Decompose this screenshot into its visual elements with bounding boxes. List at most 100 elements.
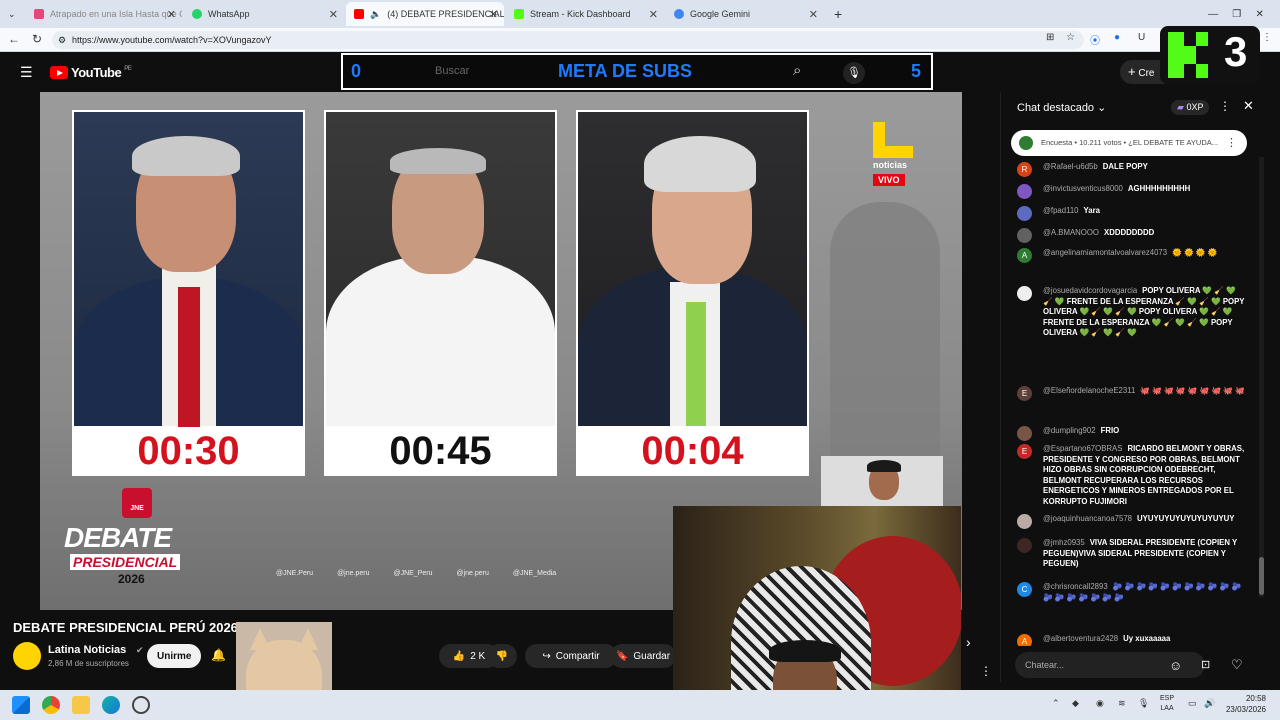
chat-username[interactable]: @ElseñordelanocheE2311: [1043, 386, 1135, 395]
ublock-icon[interactable]: U: [1138, 32, 1145, 43]
share-button[interactable]: ↪ Compartir: [525, 644, 617, 668]
new-tab-button[interactable]: +: [826, 2, 850, 26]
search-bar[interactable]: 0 Buscar META DE SUBS ⌕ 🎙 5: [341, 53, 933, 90]
plus-icon: +: [1128, 64, 1136, 79]
wifi-icon[interactable]: ≋: [1118, 698, 1126, 709]
poll-menu-icon[interactable]: ⋮: [1226, 130, 1237, 156]
tab-list-button[interactable]: ⌄: [0, 2, 24, 26]
edge-icon[interactable]: [102, 696, 120, 714]
microphone-icon[interactable]: 🎙: [843, 62, 865, 84]
emoji-icon[interactable]: ☺: [1169, 658, 1182, 673]
more-actions-icon[interactable]: ⋮: [980, 664, 992, 678]
next-arrow-icon[interactable]: ›: [966, 634, 971, 650]
chat-username[interactable]: @fpad110: [1043, 206, 1079, 215]
chevron-down-icon: ⌄: [1097, 102, 1107, 114]
close-icon[interactable]: ✕: [649, 8, 658, 21]
extension-icon[interactable]: ●: [1114, 32, 1120, 43]
app-install-icon[interactable]: ⊞: [1046, 32, 1054, 43]
tab-5[interactable]: Google Gemini ✕: [666, 2, 824, 26]
super-chat-icon[interactable]: ⊡: [1201, 658, 1210, 671]
search-input[interactable]: Buscar: [435, 65, 469, 77]
chat-username[interactable]: @Espartano67OBRAS: [1043, 444, 1122, 453]
heart-icon[interactable]: ♡: [1231, 657, 1243, 673]
search-icon[interactable]: ⌕: [793, 62, 801, 79]
chat-username[interactable]: @joaquinhuancanoa7578: [1043, 514, 1132, 523]
read-aloud-icon[interactable]: ⦿: [1090, 32, 1100, 47]
join-button[interactable]: Unirme: [147, 644, 202, 668]
close-icon[interactable]: ✕: [489, 8, 498, 21]
chat-username[interactable]: @invictusventicus8000: [1043, 184, 1123, 193]
network-icon[interactable]: ▭: [1188, 698, 1197, 709]
back-arrow-icon[interactable]: ←: [8, 32, 20, 46]
chat-avatar[interactable]: [1017, 538, 1032, 553]
chat-input-placeholder: Chatear...: [1025, 660, 1065, 670]
chat-avatar[interactable]: R: [1017, 162, 1032, 177]
youtube-logo[interactable]: YouTube PE: [50, 65, 132, 80]
chat-avatar[interactable]: C: [1017, 582, 1032, 597]
chat-avatar[interactable]: E: [1017, 444, 1032, 459]
site-info-icon[interactable]: ⚙: [58, 31, 66, 49]
clock[interactable]: 20:58 23/03/2026: [1226, 693, 1266, 715]
chat-username[interactable]: @josuedavidcordovagarcia: [1043, 286, 1137, 295]
tab-label: Stream - Kick Dashboard: [530, 9, 631, 19]
hair-shape: [644, 136, 756, 192]
mic-tray-icon[interactable]: 🎙: [1138, 698, 1149, 709]
tab-3-active[interactable]: 🔈 (4) DEBATE PRESIDENCIAL PER ✕: [346, 2, 504, 26]
close-chat-icon[interactable]: ✕: [1243, 98, 1254, 114]
close-icon[interactable]: ✕: [329, 8, 338, 21]
hamburger-menu-icon[interactable]: ☰: [20, 64, 33, 81]
chat-avatar[interactable]: [1017, 228, 1032, 243]
star-icon[interactable]: ☆: [1066, 32, 1075, 43]
chat-scrollbar[interactable]: [1259, 157, 1264, 597]
windows-start-icon[interactable]: [12, 696, 30, 714]
chrome-icon[interactable]: [42, 696, 60, 714]
kick-icon: [514, 9, 524, 19]
chat-avatar[interactable]: A: [1017, 634, 1032, 646]
minimize-icon[interactable]: —: [1208, 9, 1218, 20]
chat-username[interactable]: @jmhz0935: [1043, 538, 1085, 547]
chat-avatar[interactable]: [1017, 514, 1032, 529]
discord-icon[interactable]: ◉: [1096, 698, 1104, 709]
dislike-button[interactable]: 👎: [487, 644, 517, 668]
live-badge: VIVO: [873, 174, 905, 186]
chat-avatar[interactable]: A: [1017, 248, 1032, 263]
more-menu-icon[interactable]: ⋮: [1262, 32, 1272, 43]
close-icon[interactable]: ✕: [167, 8, 176, 21]
chat-mode-selector[interactable]: Chat destacado ⌄: [1017, 101, 1106, 114]
tray-expand-icon[interactable]: ⌃: [1052, 698, 1060, 709]
reload-icon[interactable]: ↻: [32, 32, 42, 46]
poll-banner[interactable]: Encuesta • 10.211 votos • ¿EL DEBATE TE …: [1011, 130, 1247, 156]
tray-app-icon[interactable]: ◆: [1072, 698, 1079, 709]
language-indicator[interactable]: ESP LAA: [1160, 694, 1174, 714]
scrollbar-thumb[interactable]: [1259, 557, 1264, 595]
chat-username[interactable]: @dumpling902: [1043, 426, 1096, 435]
chat-username[interactable]: @Rafael-u6d5b: [1043, 162, 1098, 171]
volume-icon[interactable]: 🔊: [1204, 698, 1215, 709]
tab-4[interactable]: Stream - Kick Dashboard ✕: [506, 2, 664, 26]
candidate-1-image: [74, 112, 303, 427]
chat-username[interactable]: @chrisroncall2893: [1043, 582, 1108, 591]
channel-name[interactable]: Latina Noticias: [48, 644, 126, 656]
restore-icon[interactable]: ❐: [1232, 9, 1241, 20]
close-window-icon[interactable]: ✕: [1255, 9, 1263, 20]
chat-avatar[interactable]: E: [1017, 386, 1032, 401]
tab-2[interactable]: WhatsApp ✕: [184, 2, 344, 26]
save-button[interactable]: 🔖 Guardar: [610, 644, 676, 668]
tab-1[interactable]: Atrapado en una Isla Hasta que Co ✕: [26, 2, 182, 26]
file-explorer-icon[interactable]: [72, 696, 90, 714]
chat-username[interactable]: @A.BMANOOO: [1043, 228, 1099, 237]
chat-avatar[interactable]: [1017, 206, 1032, 221]
channel-avatar[interactable]: [13, 642, 41, 670]
obs-icon[interactable]: [132, 696, 150, 714]
close-icon[interactable]: ✕: [809, 8, 818, 21]
chat-avatar[interactable]: [1017, 426, 1032, 441]
points-badge[interactable]: ▰ 0XP: [1171, 100, 1210, 115]
url-field[interactable]: ⚙ https://www.youtube.com/watch?v=XOVung…: [52, 31, 1084, 49]
chat-text: 🌞 🌞 🌞 🌞: [1172, 248, 1218, 257]
chat-username[interactable]: @albertoventura2428: [1043, 634, 1118, 643]
chat-avatar[interactable]: [1017, 184, 1032, 199]
chat-avatar[interactable]: [1017, 286, 1032, 301]
more-options-icon[interactable]: ⋮: [1219, 99, 1231, 113]
bell-icon[interactable]: 🔔: [211, 648, 226, 662]
chat-username[interactable]: @angelinamiamontalvoalvarez4073: [1043, 248, 1167, 257]
